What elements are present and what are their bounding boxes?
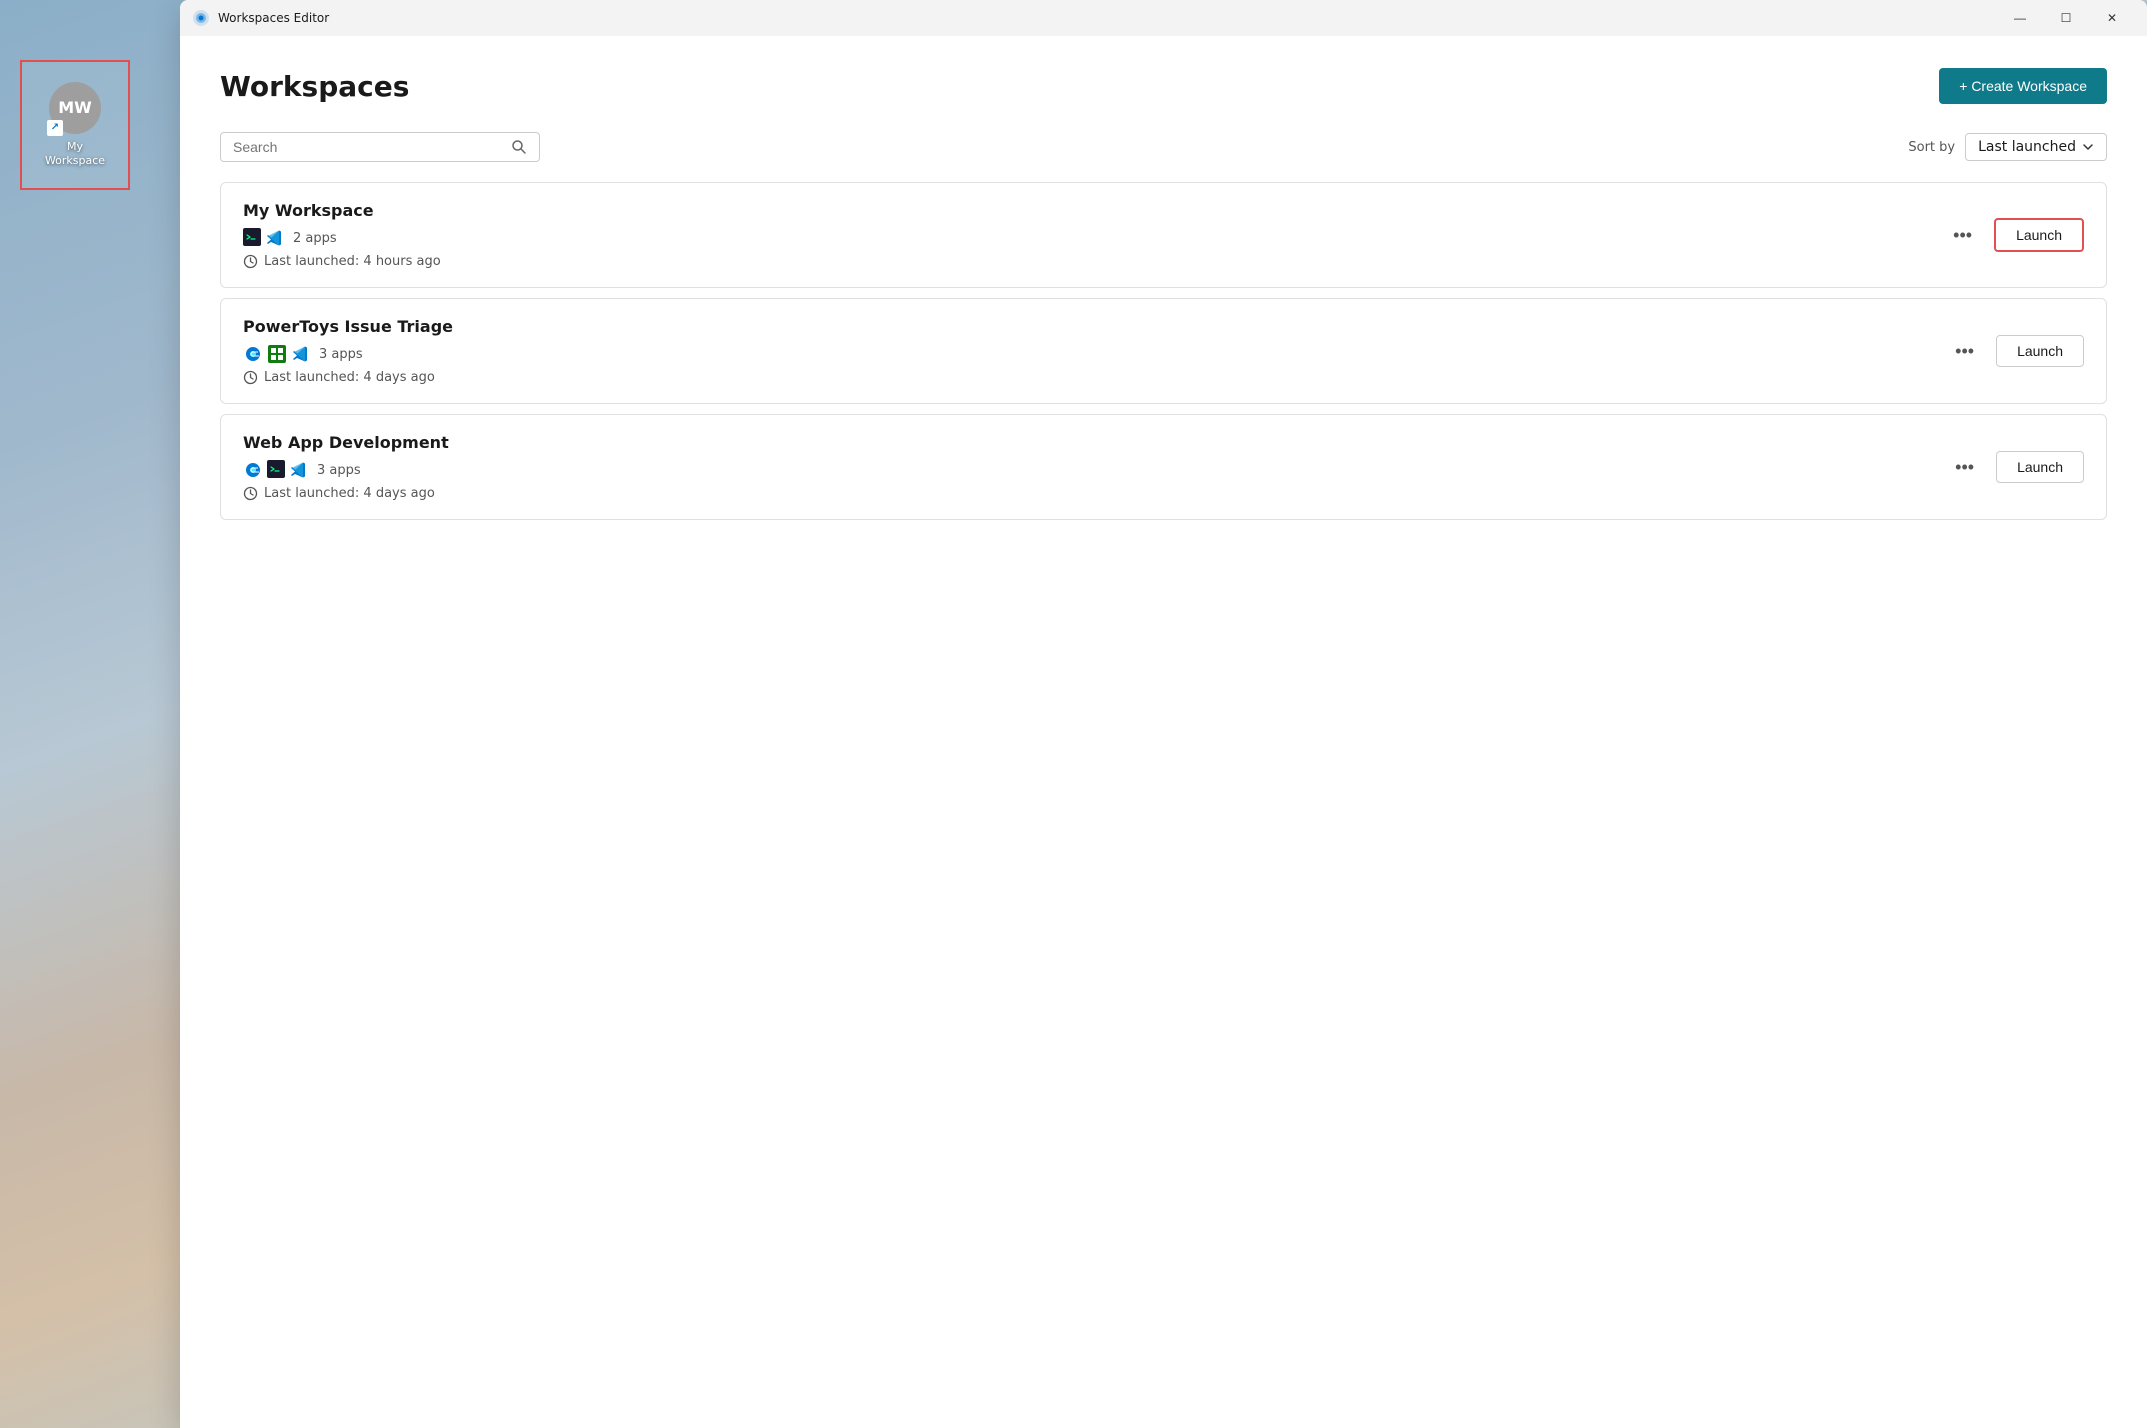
app-icons [243,344,311,364]
last-launched-text: Last launched: 4 hours ago [264,254,441,269]
workspace-actions: ••• Launch [1947,218,2084,252]
clock-icon [243,370,258,385]
close-button[interactable]: ✕ [2089,2,2135,34]
workspace-card-powertoys: PowerToys Issue Triage [220,298,2107,404]
apps-count: 3 apps [319,347,363,362]
titlebar: Workspaces Editor — ☐ ✕ [180,0,2147,36]
toolbar-row: Sort by Last launched [220,132,2107,162]
workspace-card-my-workspace: My Workspace [220,182,2107,288]
desktop-icon-avatar: MW ↗ [49,82,101,134]
workspace-info: PowerToys Issue Triage [243,317,1949,385]
workspace-name: PowerToys Issue Triage [243,317,1949,336]
workspace-apps-row: 3 apps [243,344,1949,364]
sort-value: Last launched [1978,139,2076,155]
terminal-app-icon [243,228,261,246]
workspace-card-webappdev: Web App Development [220,414,2107,520]
more-options-button[interactable]: ••• [1949,337,1980,366]
more-options-button[interactable]: ••• [1947,221,1978,250]
sort-label: Sort by [1908,140,1955,155]
workspace-list: My Workspace [220,182,2107,530]
window-controls: — ☐ ✕ [1997,2,2135,34]
create-workspace-button[interactable]: + Create Workspace [1939,68,2107,104]
workspace-launched: Last launched: 4 days ago [243,370,1949,385]
clock-icon [243,486,258,501]
apps-count: 2 apps [293,231,337,246]
titlebar-title: Workspaces Editor [218,11,1989,25]
search-input[interactable] [233,139,503,155]
edge-app-icon [243,344,263,364]
workspace-info: Web App Development [243,433,1949,501]
app-icons [243,228,285,248]
page-header: Workspaces + Create Workspace [220,68,2107,104]
workspace-launched: Last launched: 4 hours ago [243,254,1947,269]
clock-icon [243,254,258,269]
launch-button-powertoys[interactable]: Launch [1996,335,2084,367]
minimize-button[interactable]: — [1997,2,2043,34]
launch-button-my-workspace[interactable]: Launch [1994,218,2084,252]
workspaces-editor-window: Workspaces Editor — ☐ ✕ Workspaces + Cre… [180,0,2147,1428]
workspace-name: My Workspace [243,201,1947,220]
app-icon [192,9,210,27]
desktop-icon-initials: MW [58,98,92,117]
vscode-app-icon-3 [289,460,309,480]
workspace-name: Web App Development [243,433,1949,452]
desktop-icon-label: MyWorkspace [45,140,105,169]
shortcut-arrow-icon: ↗ [47,120,63,136]
workspace-info: My Workspace [243,201,1947,269]
workspace-actions: ••• Launch [1949,335,2084,367]
sort-controls: Sort by Last launched [1908,133,2107,161]
app-icons [243,460,309,480]
vscode-app-icon-2 [291,344,311,364]
main-content: Workspaces + Create Workspace Sort by La… [180,36,2147,1428]
search-icon [511,139,527,155]
desktop-icon-my-workspace[interactable]: MW ↗ MyWorkspace [20,60,130,190]
vscode-app-icon [265,228,285,248]
create-workspace-label: + Create Workspace [1959,78,2087,94]
maximize-button[interactable]: ☐ [2043,2,2089,34]
launch-button-webappdev[interactable]: Launch [1996,451,2084,483]
chevron-down-icon [2082,141,2094,153]
more-options-button[interactable]: ••• [1949,453,1980,482]
last-launched-text: Last launched: 4 days ago [264,370,435,385]
search-box [220,132,540,162]
matrix-app-icon [267,344,287,364]
workspace-apps-row: 3 apps [243,460,1949,480]
workspace-actions: ••• Launch [1949,451,2084,483]
terminal-app-icon-2 [267,460,285,478]
apps-count: 3 apps [317,463,361,478]
edge-app-icon-2 [243,460,263,480]
workspace-apps-row: 2 apps [243,228,1947,248]
page-title: Workspaces [220,70,409,103]
workspace-launched: Last launched: 4 days ago [243,486,1949,501]
last-launched-text: Last launched: 4 days ago [264,486,435,501]
sort-dropdown[interactable]: Last launched [1965,133,2107,161]
